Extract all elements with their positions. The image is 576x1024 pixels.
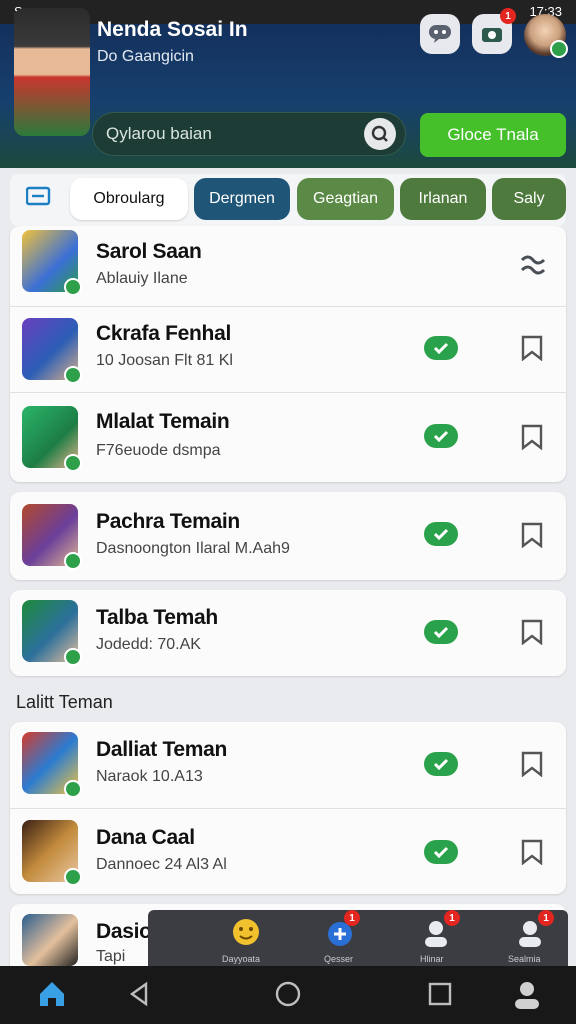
divider xyxy=(10,306,566,307)
back-icon[interactable] xyxy=(126,980,154,1008)
checkmark-icon xyxy=(433,342,449,355)
tab-2[interactable]: Geagtian xyxy=(297,178,394,220)
swap-icon[interactable] xyxy=(518,250,548,278)
friend-avatar[interactable] xyxy=(22,318,82,384)
accept-button[interactable] xyxy=(424,336,458,360)
tab-0[interactable]: Obroularg xyxy=(70,178,188,220)
friend-meta: Tapi xyxy=(96,948,126,965)
bookmark-icon[interactable] xyxy=(520,839,544,865)
accept-button[interactable] xyxy=(424,522,458,546)
page-subtitle: Do Gaangicin xyxy=(97,48,194,65)
search-icon-glyph xyxy=(371,125,388,142)
friend-avatar[interactable] xyxy=(22,732,82,798)
accept-button[interactable] xyxy=(424,752,458,776)
checkmark-icon xyxy=(433,626,449,639)
friend-meta: Dannoec 24 Al3 Al xyxy=(96,856,227,873)
bookmark-icon[interactable] xyxy=(520,335,544,361)
home-circle-icon[interactable] xyxy=(274,980,302,1008)
checkmark-icon xyxy=(433,528,449,541)
cta-button[interactable]: Gloce Tnala xyxy=(420,113,566,157)
friend-name[interactable]: Talba Temah xyxy=(96,606,218,630)
friend-name[interactable]: Pachra Temain xyxy=(96,510,240,534)
dock-badge: 1 xyxy=(538,910,554,926)
accept-button[interactable] xyxy=(424,840,458,864)
chat-button[interactable] xyxy=(420,14,460,54)
search-input[interactable]: Qylarou baian xyxy=(106,124,212,144)
account-icon[interactable] xyxy=(512,978,542,1010)
recents-icon[interactable] xyxy=(426,980,454,1008)
checkmark-icon xyxy=(433,430,449,443)
dock-item-3[interactable]: 1 xyxy=(508,910,554,960)
search-icon[interactable] xyxy=(364,118,396,150)
divider xyxy=(10,808,566,809)
friend-name[interactable]: Dana Caal xyxy=(96,826,195,850)
checkmark-icon xyxy=(433,758,449,771)
checkmark-icon xyxy=(433,846,449,859)
accept-button[interactable] xyxy=(424,620,458,644)
verified-icon xyxy=(64,780,82,798)
accept-button[interactable] xyxy=(424,424,458,448)
emoji-icon xyxy=(233,919,259,945)
friend-avatar[interactable] xyxy=(22,820,82,886)
home-icon[interactable] xyxy=(36,978,68,1010)
camera-button[interactable]: 1 xyxy=(472,8,516,54)
bookmark-icon[interactable] xyxy=(520,751,544,777)
dock-item-0[interactable] xyxy=(222,912,268,960)
profile-avatar[interactable] xyxy=(524,14,568,58)
friend-avatar[interactable] xyxy=(22,406,82,472)
verified-icon xyxy=(64,552,82,570)
friend-name[interactable]: Ckrafa Fenhal xyxy=(96,322,231,346)
verified-icon xyxy=(64,648,82,666)
user-avatar[interactable] xyxy=(14,8,90,136)
friend-meta: 10 Joosan Flt 81 Kl xyxy=(96,352,233,369)
verified-icon xyxy=(64,278,82,296)
friend-card xyxy=(10,590,566,676)
tab-4[interactable]: Saly xyxy=(492,178,566,220)
section-title: Lalitt Teman xyxy=(16,692,113,712)
list-icon[interactable] xyxy=(26,186,52,206)
dock-label: Sealmia xyxy=(508,954,541,964)
dock-badge: 1 xyxy=(444,910,460,926)
friend-meta: Dasnoongton Ilaral M.Aah9 xyxy=(96,540,290,557)
friend-avatar[interactable] xyxy=(22,914,78,966)
chat-bubble-icon xyxy=(429,25,451,43)
friend-name[interactable]: Sarol Saan xyxy=(96,240,202,264)
verified-icon xyxy=(64,454,82,472)
verified-icon xyxy=(64,868,82,886)
bookmark-icon[interactable] xyxy=(520,619,544,645)
friend-card xyxy=(10,492,566,580)
dock-item-1[interactable]: 1 xyxy=(318,910,364,960)
friend-meta: Naraok 10.A13 xyxy=(96,768,203,785)
friend-avatar[interactable] xyxy=(22,504,82,570)
friend-name[interactable]: Dalliat Teman xyxy=(96,738,227,762)
dock-label: Hlinar xyxy=(420,954,444,964)
verified-icon xyxy=(550,40,568,58)
friends-card-group-1 xyxy=(10,226,566,482)
bookmark-icon[interactable] xyxy=(520,522,544,548)
dock-badge: 1 xyxy=(344,910,360,926)
friend-avatar[interactable] xyxy=(22,600,82,666)
page-title: Nenda Sosai In xyxy=(97,18,248,41)
friend-name[interactable]: Mlalat Temain xyxy=(96,410,230,434)
verified-icon xyxy=(64,366,82,384)
camera-alert-icon xyxy=(482,28,502,42)
dock-label: Dayyoata xyxy=(222,954,261,964)
friend-meta: Jodedd: 70.AK xyxy=(96,636,201,653)
friend-meta: F76euode dsmpa xyxy=(96,442,221,459)
friend-meta: Ablauiy Ilane xyxy=(96,270,188,287)
tab-3[interactable]: Irlanan xyxy=(400,178,486,220)
bookmark-icon[interactable] xyxy=(520,424,544,450)
friend-avatar[interactable] xyxy=(22,230,82,296)
dock-item-2[interactable]: 1 xyxy=(414,910,460,960)
dock-label: Qesser xyxy=(324,954,354,964)
tab-1[interactable]: Dergmen xyxy=(194,178,290,220)
notification-badge: 1 xyxy=(500,8,516,24)
divider xyxy=(10,392,566,393)
